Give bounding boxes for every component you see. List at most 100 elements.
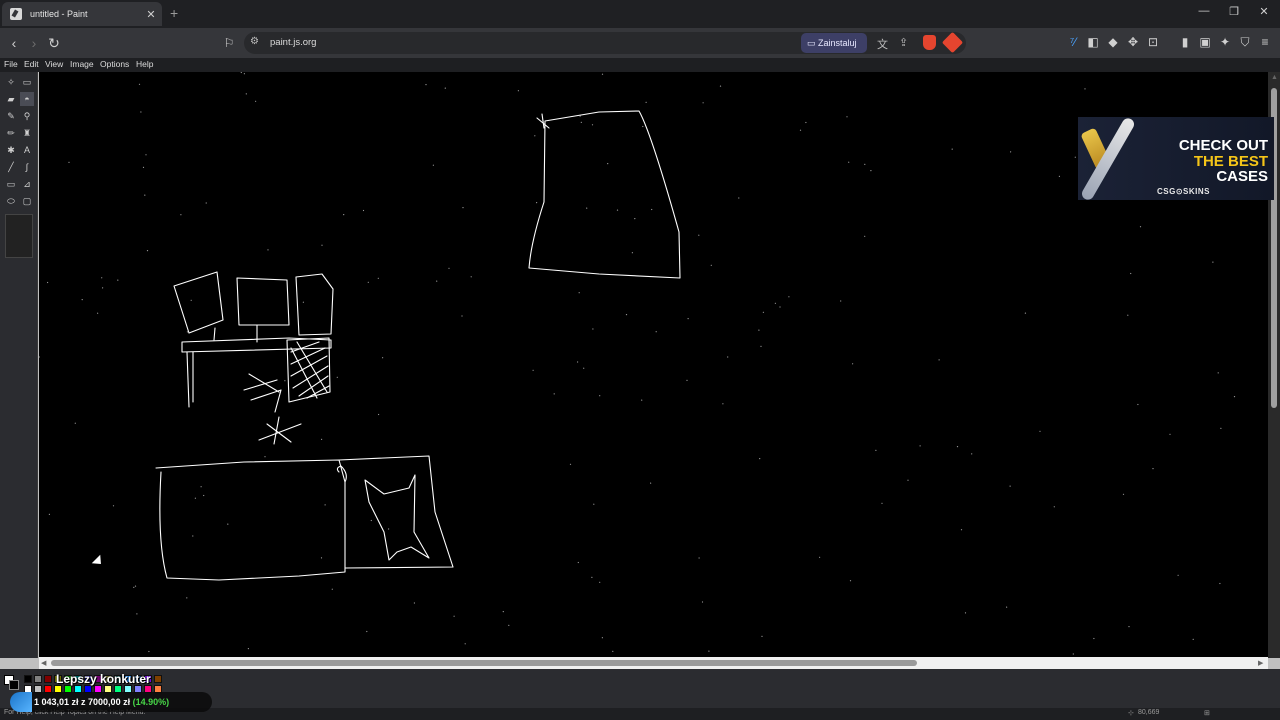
share-icon[interactable]: ⇪ xyxy=(899,36,908,49)
noise-dot xyxy=(192,535,194,537)
noise-dot xyxy=(881,502,883,504)
noise-dot xyxy=(651,208,653,211)
noise-dot xyxy=(577,361,579,363)
url-text: paint.js.org xyxy=(270,37,317,48)
screenshot-icon[interactable]: ⊡ xyxy=(1146,35,1160,49)
text-icon[interactable]: A xyxy=(20,143,34,157)
noise-dot xyxy=(645,101,647,103)
minimize-button[interactable]: — xyxy=(1194,5,1214,17)
install-label: Zainstaluj xyxy=(818,38,857,48)
noise-dot xyxy=(203,494,205,497)
rounded-rect-icon[interactable]: ▢ xyxy=(20,194,34,208)
leo-ai-icon[interactable]: ✦ xyxy=(1218,35,1232,49)
eraser-icon[interactable]: ▰ xyxy=(4,92,18,106)
scroll-left-icon[interactable]: ◀ xyxy=(41,659,46,667)
noise-dot xyxy=(146,250,149,252)
bookmark-icon[interactable]: ⚐ xyxy=(221,34,237,52)
tool-options-box[interactable] xyxy=(5,214,33,258)
noise-dot xyxy=(1072,653,1074,655)
forward-button[interactable]: › xyxy=(26,34,42,52)
noise-dot xyxy=(227,523,229,525)
translate-icon[interactable]: 文 xyxy=(877,36,888,52)
menu-view[interactable]: View xyxy=(45,59,63,69)
goal-amount: 1 043,01 zł z 7000,00 zł (14.90%) xyxy=(34,697,169,707)
menu-file[interactable]: File xyxy=(4,59,18,69)
noise-dot xyxy=(593,503,595,505)
extension-diamond-icon[interactable]: ◆ xyxy=(1106,35,1120,49)
paint-favicon-icon xyxy=(10,8,22,20)
noise-dot xyxy=(425,84,427,86)
magnifier-icon[interactable]: ⚲ xyxy=(20,109,34,123)
site-info-icon[interactable]: ⚙ xyxy=(250,36,259,47)
sketch-chair-seat xyxy=(243,373,282,413)
curve-icon[interactable]: ∫ xyxy=(20,160,34,174)
noise-dot xyxy=(331,588,333,590)
extension-translate-icon[interactable]: ⁷⁄ xyxy=(1066,35,1080,49)
brave-shields-icon[interactable] xyxy=(923,35,936,50)
color-picker-icon[interactable]: ✎ xyxy=(4,109,18,123)
airbrush-icon[interactable]: ✱ xyxy=(4,143,18,157)
noise-dot xyxy=(738,197,740,199)
noise-dot xyxy=(536,202,538,204)
noise-dot xyxy=(448,267,450,269)
address-bar[interactable]: ⚙ paint.js.org ▭ Zainstaluj 文 ⇪ xyxy=(244,31,966,54)
sidebar-icon[interactable]: ▮ xyxy=(1178,35,1192,49)
free-form-select-icon[interactable]: ✧ xyxy=(4,75,18,89)
reload-button[interactable]: ↻ xyxy=(46,34,62,52)
scroll-up-icon[interactable]: ▲ xyxy=(1271,74,1278,81)
noise-dot xyxy=(534,135,536,137)
scroll-right-icon[interactable]: ▶ xyxy=(1258,659,1263,667)
maximize-button[interactable]: ❐ xyxy=(1224,5,1244,18)
noise-dot xyxy=(631,252,634,254)
noise-dot xyxy=(142,166,145,168)
noise-dot xyxy=(255,100,257,102)
sketch-strokes xyxy=(155,110,681,581)
pencil-icon[interactable]: ✏ xyxy=(4,126,18,140)
noise-dot xyxy=(641,399,643,401)
new-tab-button[interactable]: + xyxy=(170,5,178,21)
noise-dot xyxy=(761,635,763,638)
extensions-puzzle-icon[interactable]: ✥ xyxy=(1126,35,1140,49)
rect-select-icon[interactable]: ▭ xyxy=(20,75,34,89)
noise-dot xyxy=(1139,226,1142,228)
tab-close-button[interactable]: ✕ xyxy=(144,8,158,21)
menu-options[interactable]: Options xyxy=(100,59,129,69)
selection-size-icon: ⊞ xyxy=(1204,710,1210,717)
back-button[interactable]: ‹ xyxy=(6,34,22,52)
ellipse-icon[interactable]: ⬭ xyxy=(4,194,18,208)
wallet-icon[interactable]: ▣ xyxy=(1198,35,1212,49)
brave-rewards-icon[interactable] xyxy=(941,31,964,54)
noise-dot xyxy=(762,311,765,313)
noise-dot xyxy=(592,328,594,330)
extension-icon[interactable]: ◧ xyxy=(1086,35,1100,49)
menu-icon[interactable]: ≡ xyxy=(1258,35,1272,49)
close-window-button[interactable]: ✕ xyxy=(1254,5,1274,18)
sketch-monitor-right xyxy=(295,273,334,336)
rectangle-icon[interactable]: ▭ xyxy=(4,177,18,191)
install-app-button[interactable]: ▭ Zainstaluj xyxy=(801,33,867,53)
noise-dot xyxy=(97,312,99,314)
noise-dot xyxy=(180,214,182,216)
menu-help[interactable]: Help xyxy=(136,59,153,69)
noise-dot xyxy=(461,315,463,317)
vpn-shield-icon[interactable]: ⛉ xyxy=(1238,35,1252,50)
line-icon[interactable]: ╱ xyxy=(4,160,18,174)
noise-dot xyxy=(840,300,842,302)
polygon-icon[interactable]: ⊿ xyxy=(20,177,34,191)
noise-dot xyxy=(205,202,207,204)
browser-tab[interactable]: untitled - Paint ✕ xyxy=(2,2,162,26)
sketch-chair-base xyxy=(258,416,302,445)
noise-dot xyxy=(1074,156,1076,158)
horizontal-scrollbar[interactable]: ◀ ▶ xyxy=(39,657,1268,669)
horizontal-scroll-thumb[interactable] xyxy=(51,660,917,666)
menu-image[interactable]: Image xyxy=(70,59,94,69)
noise-dot xyxy=(727,356,729,358)
brush-icon[interactable]: ♜ xyxy=(20,126,34,140)
sketch-trapezoid xyxy=(528,110,681,279)
noise-dot xyxy=(1127,314,1129,316)
noise-dot xyxy=(240,72,242,74)
ad-banner[interactable]: CHECK OUT THE BEST CASES CSG⊙SKINS xyxy=(1078,117,1274,200)
noise-dot xyxy=(719,85,722,87)
menu-edit[interactable]: Edit xyxy=(24,59,39,69)
fill-bucket-icon[interactable]: ◓ xyxy=(20,92,34,106)
